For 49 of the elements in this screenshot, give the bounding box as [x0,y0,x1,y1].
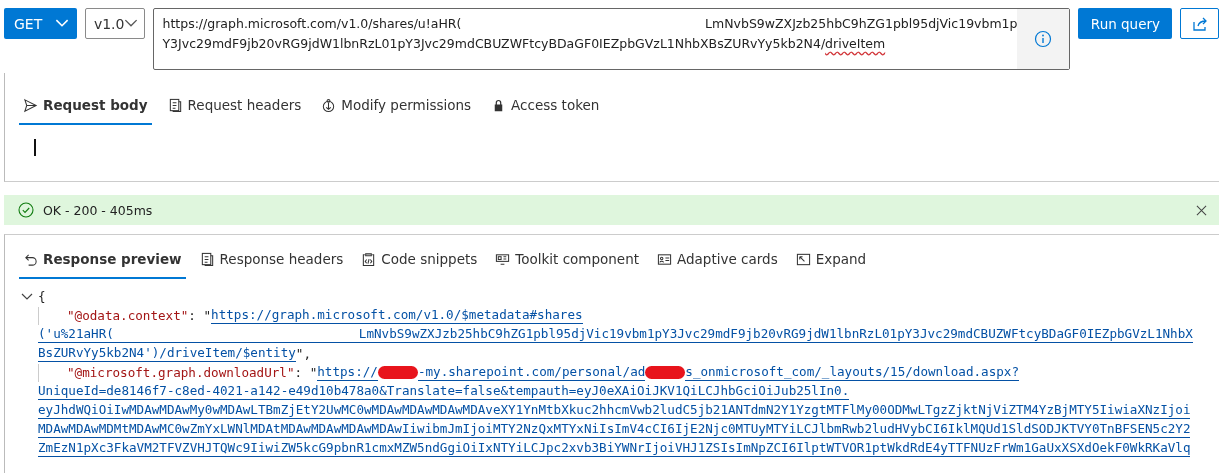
request-tab[interactable]: Request body [19,89,152,125]
version-dropdown[interactable]: v1.0 [84,8,146,39]
redaction-mark [377,366,418,379]
url-link[interactable]: LmNvbS9wZXJzb25hbC9hZG1pbl95djVic19vbm1pY3Jvc29mdF9jb20vRG9jdW1lbnRzL01pY3Jvc29mdCBUZWFtcyBDaGF0IEZpbGVzL1NhbX [358,326,1193,343]
anchor-icon [321,97,337,113]
url-link[interactable]: eyJhdWQiOiIwMDAwMDAwMy0wMDAwLTBmZjEtY2UwMC0wMDAwMDAwMDAwMDAveXY1YnMtbXkuc2hhcmVwb2ludC5jb21ANTdmN2Y1YzgtMTFlMy00ODMwLTgzZjktNjViZTM4YzBjMTY5IiwiaXNzIjoi [38,402,1191,419]
json-key: "@odata.context" [67,308,189,323]
close-icon[interactable] [1196,204,1207,216]
url-link[interactable]: UniqueId=de8146f7-c8ed-4021-a142-e49d10b478a0&Translate=false&tempauth=eyJ0eXAiOiJKV1QiLCJhbGciOiJub25lIn0. [38,383,850,400]
url-field[interactable]: https://graph.microsoft.com/v1.0/shares/u!aHR( LmNvbS9wZXJzb25hbC9hZG1pbl95djVic19vbm1p Y3Jvc29mdF9jb20vRG9jdW1lbnRzL01pY3Jvc29mdCBUZWFtcyBDaGF0IEZpbGVzL1NhbXBsZURvYy5kb2N4/driveItem [153,8,1071,70]
url-link[interactable]: BsZURvYy5kb2N4')/driveItem/$entity [38,345,296,362]
status-text: OK - 200 - 405ms [43,202,153,218]
chevron-down-icon [54,19,69,28]
url-link[interactable]: MDAwMDAwMDMtMDAwMC0wZmYxLWNlMDAtMDAwMDAwMDAwMDAwIiwibmJmIjoiMTY2NzQxMTYxNiIsImV4cCI6IjE2Njc0MTUyMTYiLCJlbmRwb2ludHVybCI6IklMQUd1SldSODJKTVY0TnBFSEN5c2Y2 [38,421,1191,438]
url-link[interactable]: s_onmicrosoft_com/_layouts/15/download.aspx? [685,364,1019,381]
json-punctuation: ", [295,346,311,361]
url-link[interactable]: -my.sharepoint.com/personal/ad [417,364,646,381]
json-punctuation: { [38,289,46,304]
json-punctuation: : " [188,308,212,323]
clipboard-code-icon [361,251,377,267]
response-tab[interactable]: Toolkit component [491,243,643,279]
request-tab[interactable]: Request headers [163,89,306,125]
url-link[interactable]: ZmEzN1pXc3FkaVM2TFVZVHJTQWc9IiwiZW5kcG9pbnR1cmxMZW5ndGgiOiIxNTYiLCJpc2xvb3BiYWNrIjoiVHJ1ZSIsImNpZCI6IlptWTVOR1ptWkdRdE4yTTFNUzFrWm1GaUxXSXdOekF0WkRKaVlq [38,440,1191,457]
contact-card-icon [657,251,672,267]
chevron-down-icon [124,19,139,28]
url-link[interactable]: https://graph.microsoft.com/v1.0/$metadata#shares [211,307,583,324]
url-link[interactable]: ('u%21aHR( [38,326,114,343]
json-punctuation: : " [294,365,318,380]
redaction-mark [645,366,686,379]
check-circle-icon [18,202,34,218]
method-dropdown[interactable]: GET [4,8,77,39]
response-tab[interactable]: Expand [791,243,871,279]
document-list-icon [199,251,215,267]
request-tab[interactable]: Access token [487,89,604,125]
response-tab[interactable]: Response headers [195,243,348,279]
collapse-chevron-icon[interactable] [21,292,33,301]
component-icon [495,251,511,267]
info-icon[interactable] [1034,30,1053,48]
share-button[interactable] [1180,8,1219,39]
request-tab[interactable]: Modify permissions [317,89,476,125]
response-tab[interactable]: Adaptive cards [653,243,782,279]
response-tab[interactable]: Code snippets [357,243,482,279]
send-icon [23,97,38,113]
json-key: "@microsoft.graph.downloadUrl" [67,365,295,380]
expand-icon [795,251,811,267]
url-link[interactable]: https:// [317,364,378,381]
document-list-icon [167,97,183,113]
response-tab[interactable]: Response preview [19,243,186,279]
run-query-button[interactable]: Run query [1078,8,1173,39]
